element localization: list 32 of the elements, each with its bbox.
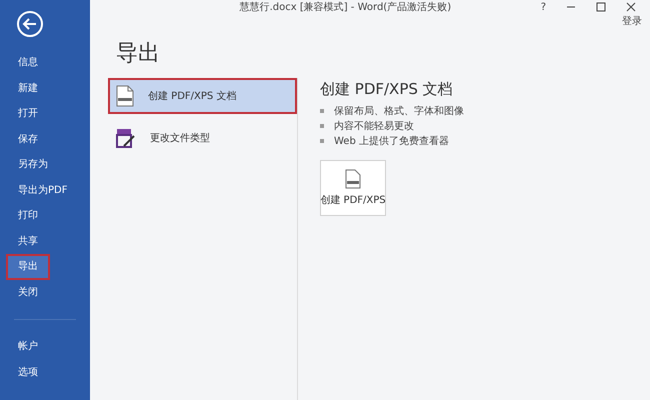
close-icon[interactable] [626, 2, 636, 12]
save-file-icon [116, 128, 136, 148]
export-option[interactable]: 更改文件类型 [108, 120, 297, 156]
sidebar-item[interactable]: 打印 [0, 203, 90, 228]
bullet-icon [320, 138, 324, 142]
sidebar-item[interactable]: 帐户 [0, 334, 90, 360]
sidebar-item[interactable]: 选项 [0, 360, 90, 385]
document-icon [116, 85, 134, 107]
sidebar-item[interactable]: 保存 [0, 126, 90, 152]
bullet-text: 保留布局、格式、字体和图像 [334, 104, 464, 118]
bullet-text: 内容不能轻易更改 [334, 120, 414, 132]
bullet-icon [320, 108, 324, 112]
sidebar-item[interactable]: 关闭 [0, 280, 90, 305]
bullet-icon [320, 124, 324, 128]
back-button[interactable] [16, 10, 44, 38]
window-title: 慧慧行.docx [兼容模式] - Word(产品激活失败) [238, 0, 452, 14]
sidebar-item[interactable]: 新建 [0, 76, 90, 101]
sidebar-item[interactable]: 另存为 [0, 152, 90, 178]
sidebar-item[interactable]: 打开 [0, 101, 90, 126]
sidebar-item[interactable]: 导出为PDF [0, 178, 90, 203]
create-pdf-button[interactable]: 创建 PDF/XPS [320, 160, 386, 216]
section-title: 创建 PDF/XPS 文档 [320, 80, 454, 99]
sidebar-item[interactable]: 信息 [0, 50, 90, 76]
sign-in-link[interactable]: 登录 [622, 14, 642, 28]
bullet-text: Web 上提供了免费查看器 [334, 134, 449, 148]
help-button[interactable]: ? [540, 2, 546, 12]
maximize-icon[interactable] [596, 2, 606, 12]
sidebar-item[interactable]: 导出 [6, 254, 50, 280]
document-icon [345, 169, 361, 189]
page-heading: 导出 [116, 40, 161, 68]
export-option[interactable]: 创建 PDF/XPS 文档 [108, 78, 297, 114]
sidebar-item[interactable]: 共享 [0, 228, 90, 254]
